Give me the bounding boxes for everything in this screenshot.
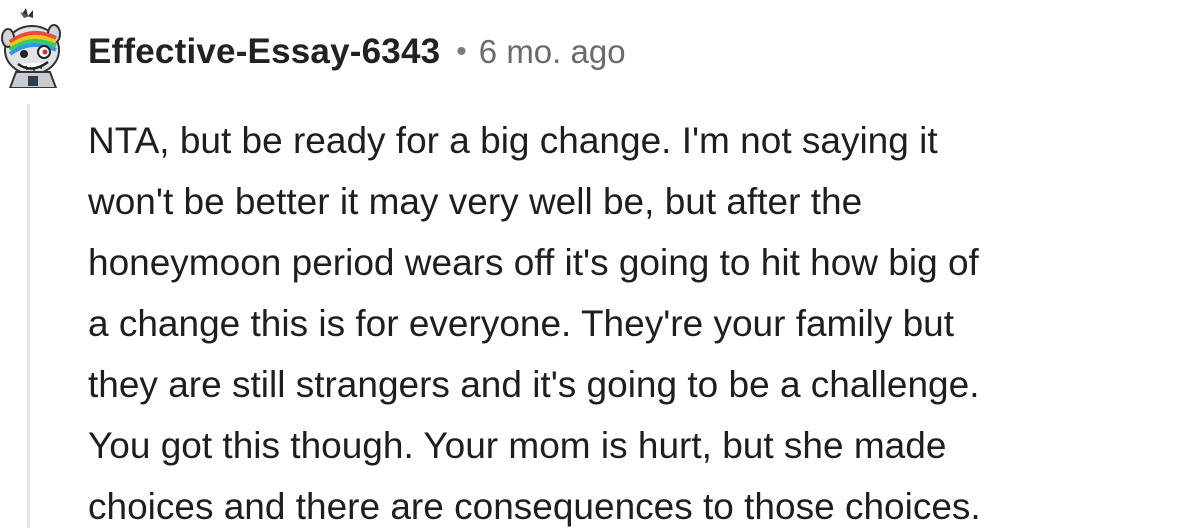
thread-line[interactable] xyxy=(27,104,30,528)
comment-body-line: NTA, but be ready for a big change. I'm … xyxy=(88,120,938,161)
comment-body-line: a change this is for everyone. They're y… xyxy=(88,303,955,344)
comment: Effective-Essay-6343 • 6 mo. ago NTA, bu… xyxy=(0,0,1179,528)
user-avatar[interactable] xyxy=(0,8,66,89)
comment-meta: Effective-Essay-6343 • 6 mo. ago xyxy=(88,28,626,76)
comment-body-line: they are still strangers and it's going … xyxy=(88,364,980,405)
comment-body: NTA, but be ready for a big change. I'm … xyxy=(88,110,1173,528)
comment-body-line: honeymoon period wears off it's going to… xyxy=(88,242,979,283)
comment-body-line: You got this though. Your mom is hurt, b… xyxy=(88,425,947,466)
comment-timestamp[interactable]: 6 mo. ago xyxy=(479,33,626,71)
comment-body-line: won't be better it may very well be, but… xyxy=(88,181,863,222)
meta-separator: • xyxy=(456,35,467,68)
comment-body-line: choices and there are consequences to th… xyxy=(88,486,981,527)
author-username[interactable]: Effective-Essay-6343 xyxy=(88,32,440,72)
snoo-avatar-icon xyxy=(1,8,61,89)
